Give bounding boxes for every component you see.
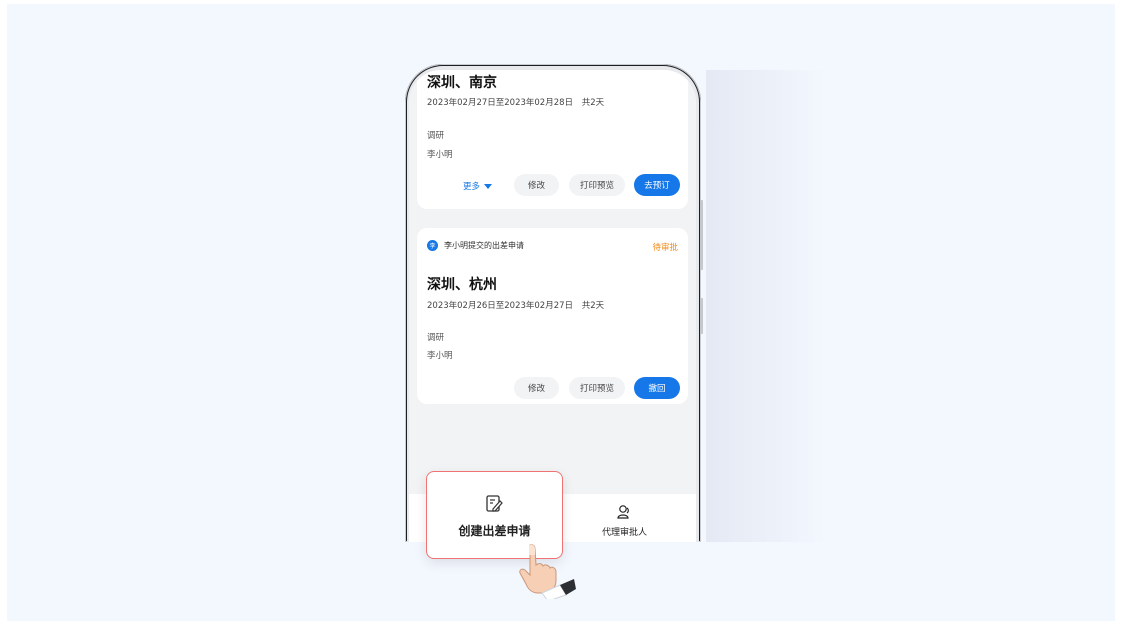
status-badge: 待审批 <box>652 243 678 253</box>
trip-date-range: 2023年02月26日至2023年02月27日 <box>427 301 574 311</box>
edit-button[interactable]: 修改 <box>514 174 559 196</box>
edit-document-icon <box>486 495 503 512</box>
trip-type: 调研 <box>427 333 445 343</box>
trip-card[interactable]: 深圳、南京 2023年02月27日至2023年02月28日 共2天 调研 李小明… <box>417 70 688 209</box>
submitter-row: 李 李小明提交的出差申请 <box>427 240 524 251</box>
edit-button[interactable]: 修改 <box>514 377 559 399</box>
more-label: 更多 <box>463 182 481 192</box>
phone-side-button <box>700 298 703 334</box>
trip-title: 深圳、杭州 <box>427 277 497 293</box>
more-button[interactable]: 更多 <box>463 180 493 192</box>
trip-dates: 2023年02月27日至2023年02月28日 共2天 <box>427 96 604 108</box>
trip-title: 深圳、南京 <box>427 75 497 91</box>
phone-shadow <box>706 70 826 542</box>
print-preview-button[interactable]: 打印预览 <box>569 377 625 399</box>
trip-card[interactable]: 李 李小明提交的出差申请 待审批 深圳、杭州 2023年02月26日至2023年… <box>417 228 688 404</box>
hand-pointer-icon <box>519 544 576 599</box>
submitter-text: 李小明提交的出差申请 <box>444 241 524 250</box>
trip-date-range: 2023年02月27日至2023年02月28日 <box>427 98 574 108</box>
withdraw-button[interactable]: 撤回 <box>634 377 680 399</box>
trip-type: 调研 <box>427 131 445 141</box>
person-icon <box>617 505 629 519</box>
trip-duration: 共2天 <box>581 301 605 311</box>
chevron-down-icon <box>484 183 493 189</box>
book-button[interactable]: 去预订 <box>634 174 680 196</box>
trip-person: 李小明 <box>427 351 453 361</box>
phone-side-button <box>700 200 703 270</box>
create-trip-label: 创建出差申请 <box>458 524 531 538</box>
print-preview-button[interactable]: 打印预览 <box>569 174 625 196</box>
trip-person: 李小明 <box>427 150 453 160</box>
tab-proxy-label: 代理审批人 <box>601 528 647 538</box>
trip-dates: 2023年02月26日至2023年02月27日 共2天 <box>427 299 604 311</box>
avatar: 李 <box>427 240 438 251</box>
tab-proxy-approver[interactable]: 代理审批人 <box>553 494 696 542</box>
trip-duration: 共2天 <box>581 98 605 108</box>
